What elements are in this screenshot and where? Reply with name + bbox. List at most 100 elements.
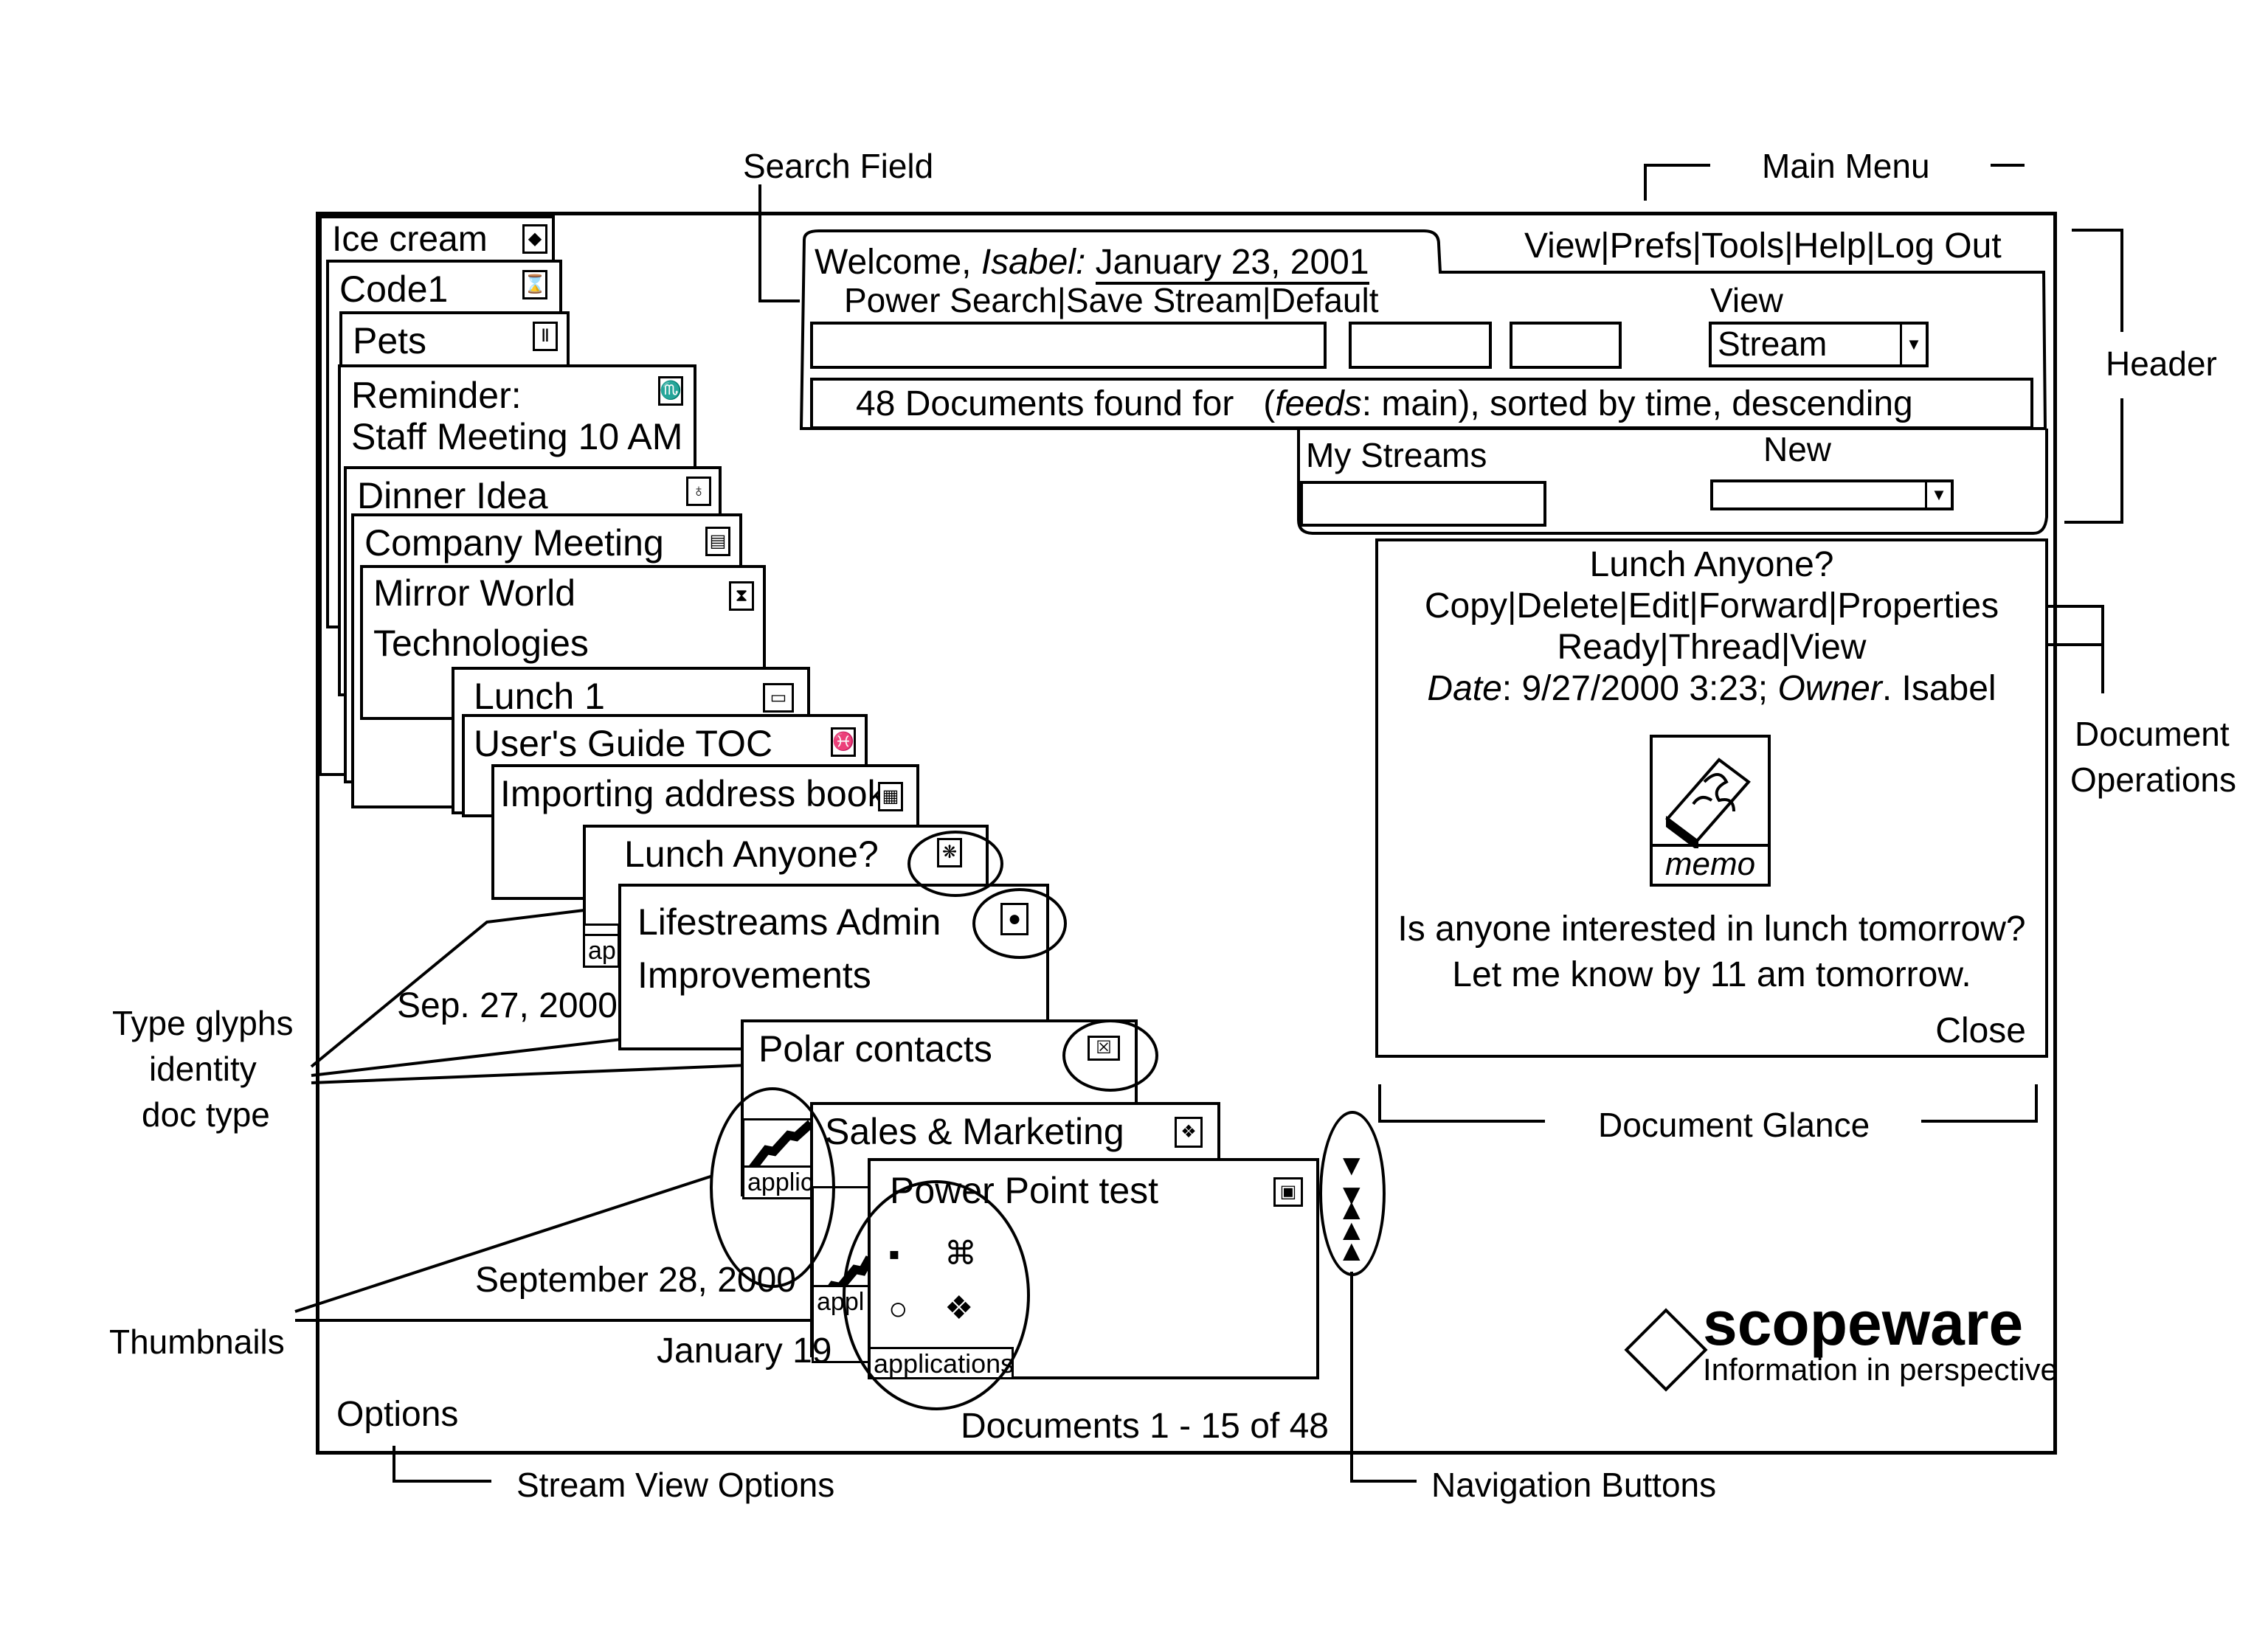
pagination-text: Documents 1 - 15 of 48 [961, 1409, 1329, 1444]
search-links: Power Search|Save Stream|Default [844, 281, 1379, 319]
ice-cream-glyph-icon: ◆ [522, 224, 547, 254]
op-ready[interactable]: Ready [1557, 628, 1660, 667]
card-title: User's Guide TOC [474, 723, 773, 764]
op-thread[interactable]: Thread [1669, 628, 1781, 667]
card-title-line2: Staff Meeting 10 AM [351, 416, 683, 457]
default-link[interactable]: Default [1271, 281, 1379, 319]
glance-meta: Date: 9/27/2000 3:23; Owner. Isabel [1378, 671, 2045, 707]
card-title: Lunch Anyone? [624, 834, 879, 875]
menu-tools[interactable]: Tools [1701, 226, 1784, 266]
document-operations-row2: Ready|Thread|View [1557, 628, 1867, 667]
card-title: Ice cream [332, 220, 488, 259]
status-query-label: feeds [1275, 384, 1362, 423]
date-label: Date [1427, 669, 1502, 708]
op-forward[interactable]: Forward [1698, 586, 1828, 626]
date-marker-jan-19: January 19 [657, 1331, 832, 1371]
user-colon: : [1075, 243, 1086, 282]
pagination-prefix: Documents [961, 1407, 1150, 1446]
pisces-glyph-icon: ♓ [831, 727, 856, 757]
owner-value: . Isabel [1881, 669, 1996, 708]
glance-body-line1: Is anyone interested in lunch tomorrow? [1397, 909, 2026, 949]
glance-title: Lunch Anyone? [1589, 545, 1834, 584]
notepad-glyph-icon: ▤ [705, 527, 730, 556]
document-operations-row1: Copy|Delete|Edit|Forward|Properties [1424, 586, 1999, 626]
callout-ellipse [843, 1180, 1030, 1410]
search-input[interactable] [810, 322, 1327, 369]
brand-name: scopeware [1703, 1289, 2024, 1358]
user-name: Isabel [981, 243, 1076, 282]
card-title-line2: Improvements [637, 954, 871, 996]
glance-close-button[interactable]: Close [1935, 1014, 2026, 1049]
folder-glyph-icon: ▭ [763, 683, 794, 713]
view-select-value: Stream [1718, 325, 1828, 363]
card-title: Dinner Idea [357, 475, 548, 516]
card-title: Sales & Marketing [825, 1111, 1124, 1152]
glance-body-line2: Let me know by 11 am tomorrow. [1452, 955, 1971, 994]
memo-pad-icon [1665, 758, 1751, 848]
pagination-total: of 48 [1240, 1407, 1329, 1446]
card-title: Company Meeting [364, 522, 664, 564]
my-streams-input[interactable] [1300, 481, 1546, 527]
op-delete[interactable]: Delete [1516, 586, 1619, 626]
diamonds-glyph-icon: ❖ [1175, 1117, 1203, 1148]
main-menu: View|Prefs|Tools|Help|Log Out [1524, 226, 2002, 266]
memo-caption: memo [1653, 844, 1768, 884]
hourglass-glyph-icon: ⌛ [522, 270, 547, 299]
date-marker-sep-28: September 28, 2000 [475, 1261, 796, 1300]
search-status-bar: 48 Documents found for (feeds: main), so… [810, 378, 2033, 429]
address-book-glyph-icon: ▦ [878, 782, 903, 811]
card-title: Mirror World [373, 572, 576, 614]
op-copy[interactable]: Copy [1425, 586, 1507, 626]
triple-chevron-up-icon: ▲ ▲ ▲ [1337, 1193, 1366, 1267]
new-document-select[interactable]: ▼ [1710, 479, 1954, 510]
card-title: Reminder: [351, 375, 522, 416]
card-title: Code1 [339, 268, 449, 310]
pagination-start: 1 [1149, 1407, 1169, 1446]
welcome-text: Welcome, Isabel: January 23, 2001 [815, 243, 1369, 285]
lunch-anyone-thumbnail[interactable]: ap [583, 924, 620, 968]
search-extra-input-1[interactable] [1349, 322, 1492, 369]
power-search-link[interactable]: Power Search [844, 281, 1057, 319]
memo-thumbnail[interactable]: memo [1650, 735, 1771, 887]
candle-glyph-icon: ♁ [686, 477, 711, 506]
op-edit[interactable]: Edit [1628, 586, 1690, 626]
callout-ellipse [710, 1087, 835, 1288]
new-label: New [1763, 430, 1832, 468]
op-view[interactable]: View [1790, 628, 1866, 667]
view-select[interactable]: Stream ▼ [1709, 322, 1929, 367]
card-title: Importing address book [500, 773, 886, 814]
status-count: 48 Documents found for [856, 384, 1234, 423]
gemini-glyph-icon: Ⅱ [533, 322, 558, 351]
thumbnail-caption: ap [585, 934, 618, 966]
card-title: Lifestreams Admin [637, 901, 941, 943]
card-title-line2: Technologies [373, 623, 589, 664]
callout-ellipse [1062, 1019, 1158, 1092]
menu-help[interactable]: Help [1794, 226, 1867, 266]
search-status-text: 48 Documents found for (feeds: main), so… [856, 384, 1913, 423]
date-marker-sep-27: Sep. 27, 2000 [397, 986, 618, 1025]
menu-prefs[interactable]: Prefs [1610, 226, 1693, 266]
floppy-glyph-icon: ▣ [1273, 1177, 1303, 1207]
chevron-down-icon[interactable]: ▼ [1900, 325, 1926, 364]
welcome-prefix: Welcome, [815, 243, 981, 282]
current-date: January 23, 2001 [1095, 243, 1369, 285]
my-streams-label: My Streams [1306, 436, 1487, 474]
stream-options-button[interactable]: Options [336, 1397, 458, 1432]
brand-tagline: Information in perspective [1703, 1352, 2058, 1387]
card-title: Lunch 1 [474, 676, 605, 717]
save-stream-link[interactable]: Save Stream [1066, 281, 1262, 319]
chevron-down-icon[interactable]: ▼ [1925, 482, 1951, 507]
callout-ellipse [972, 888, 1067, 959]
card-title: Polar contacts [758, 1028, 992, 1070]
owner-label: Owner [1777, 669, 1882, 708]
nav-scroll-up-button[interactable]: ▲ ▲ ▲ [1337, 1195, 1366, 1266]
menu-log-out[interactable]: Log Out [1875, 226, 2002, 266]
date-value: : 9/27/2000 3:23; [1501, 669, 1778, 708]
menu-view[interactable]: View [1524, 226, 1600, 266]
status-query-rest: : main), sorted by time, descending [1361, 384, 1913, 423]
hourglass-glyph-icon: ⧗ [729, 581, 754, 611]
op-properties[interactable]: Properties [1837, 586, 1999, 626]
pagination-sep: - [1169, 1407, 1201, 1446]
search-extra-input-2[interactable] [1510, 322, 1622, 369]
document-glance: Lunch Anyone? Copy|Delete|Edit|Forward|P… [1375, 538, 2048, 1058]
